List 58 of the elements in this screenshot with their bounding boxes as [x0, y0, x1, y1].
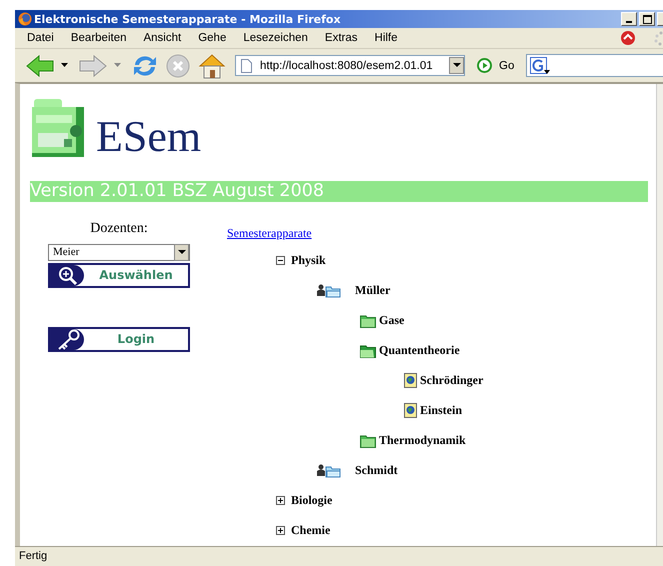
minimize-button[interactable] — [621, 12, 637, 26]
menu-item[interactable]: Bearbeiten — [70, 32, 126, 44]
menu-item[interactable]: Ansicht — [143, 32, 182, 44]
menu-item[interactable]: Extras — [324, 32, 358, 44]
tree-item[interactable]: Gase — [379, 313, 404, 328]
caret-icon[interactable] — [61, 63, 68, 68]
version-banner: Version 2.01.01 BSZ August 2008 — [30, 180, 648, 202]
dropdown-button[interactable] — [174, 244, 189, 261]
address-field[interactable]: http://localhost:8080/esem2.01.01 — [235, 55, 465, 76]
tree-item[interactable]: Biologie — [291, 493, 332, 508]
document-icon[interactable] — [404, 403, 417, 418]
close-button[interactable] — [657, 12, 663, 26]
tree-item[interactable]: Schmidt — [355, 463, 398, 478]
document-icon[interactable] — [404, 373, 417, 388]
throbber-icon — [653, 30, 663, 46]
page-icon — [241, 58, 252, 73]
google-engine-icon[interactable] — [530, 56, 550, 75]
folder-logo-icon — [30, 96, 86, 159]
select-button[interactable]: Auswählen — [48, 262, 190, 288]
dropdown-button[interactable] — [449, 57, 464, 74]
expand-icon[interactable] — [276, 526, 285, 536]
window-title: Elektronische Semesterapparate - Mozilla Firefox — [34, 12, 341, 26]
update-alert-icon[interactable] — [620, 30, 636, 46]
home-icon[interactable] — [197, 52, 227, 80]
tree-item[interactable]: Schrödinger — [420, 373, 484, 388]
person-folder-icon[interactable] — [316, 464, 341, 478]
logo-text: ESem — [96, 116, 202, 157]
semesterapparate-link[interactable]: Semesterapparate — [227, 226, 312, 240]
go-button[interactable]: Go — [477, 58, 514, 74]
open-folder-icon[interactable] — [360, 344, 376, 358]
caret-icon — [452, 63, 460, 68]
tree-item[interactable]: Einstein — [420, 403, 462, 418]
folder-icon[interactable] — [360, 434, 376, 448]
menu-item[interactable]: Lesezeichen — [243, 32, 308, 44]
menu-item[interactable]: Hilfe — [374, 32, 398, 44]
scrollbar[interactable] — [656, 84, 663, 546]
caret-icon — [178, 250, 186, 255]
expand-icon[interactable] — [276, 496, 285, 506]
play-icon — [477, 58, 492, 74]
tree-item[interactable]: Physik — [291, 253, 326, 268]
tree-item[interactable]: Quantentheorie — [379, 343, 460, 358]
status-text: Fertig — [19, 550, 48, 562]
tree-item[interactable]: Müller — [355, 283, 390, 298]
firefox-icon — [18, 12, 32, 26]
folder-icon[interactable] — [360, 314, 376, 328]
person-folder-icon[interactable] — [316, 284, 341, 298]
lecturer-select[interactable]: Meier — [48, 244, 190, 261]
tree-item[interactable]: Thermodynamik — [379, 433, 466, 448]
tree-item[interactable]: Chemie — [291, 523, 330, 538]
dozenten-label: Dozenten: — [89, 220, 149, 238]
collapse-icon[interactable] — [276, 256, 285, 266]
maximize-button[interactable] — [639, 12, 655, 26]
menu-item[interactable]: Gehe — [198, 32, 226, 44]
back-arrow-icon[interactable] — [25, 54, 55, 78]
search-field[interactable] — [526, 54, 663, 78]
maximize-icon — [642, 14, 652, 24]
menu-item[interactable]: Datei — [27, 32, 54, 44]
login-button[interactable]: Login — [48, 326, 190, 352]
